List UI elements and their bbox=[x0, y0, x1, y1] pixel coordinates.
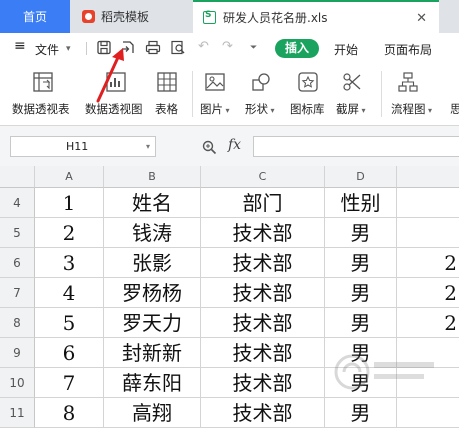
spreadsheet-icon bbox=[203, 10, 216, 24]
cell-e[interactable]: 2 bbox=[397, 308, 459, 338]
column-header-c[interactable]: C bbox=[201, 166, 325, 188]
cell-c[interactable]: 技术部 bbox=[201, 248, 325, 278]
shape-icon bbox=[252, 73, 270, 91]
screenshot-button[interactable]: 截屏 ▾ bbox=[336, 101, 366, 117]
cell-d[interactable]: 男 bbox=[325, 218, 397, 248]
column-header-a[interactable]: A bbox=[35, 166, 104, 188]
watermark-logo bbox=[330, 352, 440, 398]
row-header[interactable]: 6 bbox=[0, 248, 35, 278]
customize-quick-access-icon[interactable]: ⏷ bbox=[250, 43, 257, 53]
cell-a[interactable]: 1 bbox=[35, 188, 104, 218]
row-header[interactable]: 5 bbox=[0, 218, 35, 248]
tab-template[interactable]: 稻壳模板 bbox=[72, 0, 190, 33]
cell-b[interactable]: 姓名 bbox=[104, 188, 201, 218]
annotation-arrow-icon bbox=[96, 48, 124, 103]
cell-e[interactable] bbox=[397, 398, 459, 428]
cell-a[interactable]: 5 bbox=[35, 308, 104, 338]
cell-b[interactable]: 高翔 bbox=[104, 398, 201, 428]
tab-bar: 首页 稻壳模板 研发人员花名册.xls ✕ bbox=[0, 0, 459, 33]
cell-c[interactable]: 技术部 bbox=[201, 398, 325, 428]
close-icon[interactable]: ✕ bbox=[416, 11, 427, 26]
cell-c[interactable]: 技术部 bbox=[201, 308, 325, 338]
tab-start[interactable]: 开始 bbox=[334, 41, 358, 58]
shape-button[interactable]: 形状 ▾ bbox=[245, 101, 275, 117]
name-box[interactable]: H11 ▾ bbox=[10, 136, 156, 157]
ribbon-toolbar: 数据透视表 数据透视图 表格 图片 ▾ 形状 ▾ 图标库 截屏 ▾ 流程图 ▾ bbox=[0, 63, 459, 126]
row-header[interactable]: 4 bbox=[0, 188, 35, 218]
cell-e[interactable]: 2 bbox=[397, 248, 459, 278]
cell-e[interactable]: 2 bbox=[397, 278, 459, 308]
tab-insert[interactable]: 插入 bbox=[275, 39, 319, 58]
fx-icon[interactable]: fx bbox=[228, 137, 241, 153]
cell-c[interactable]: 技术部 bbox=[201, 278, 325, 308]
cell-a[interactable]: 3 bbox=[35, 248, 104, 278]
cell-c[interactable]: 技术部 bbox=[201, 218, 325, 248]
chevron-down-icon[interactable]: ▾ bbox=[66, 44, 71, 54]
cell-a[interactable]: 6 bbox=[35, 338, 104, 368]
cell-d[interactable]: 男 bbox=[325, 278, 397, 308]
cell-d[interactable]: 男 bbox=[325, 398, 397, 428]
name-box-value: H11 bbox=[66, 140, 89, 153]
picture-button[interactable]: 图片 ▾ bbox=[200, 101, 230, 117]
mind-map-button[interactable]: 思 bbox=[450, 101, 459, 117]
row-header[interactable]: 7 bbox=[0, 278, 35, 308]
cell-b[interactable]: 张影 bbox=[104, 248, 201, 278]
icon-library-button[interactable]: 图标库 bbox=[290, 101, 325, 117]
cell-a[interactable]: 2 bbox=[35, 218, 104, 248]
print-icon[interactable] bbox=[145, 40, 161, 55]
tab-file-label: 研发人员花名册.xls bbox=[223, 11, 328, 25]
formula-bar: H11 ▾ fx bbox=[0, 126, 459, 166]
cell-b[interactable]: 薛东阳 bbox=[104, 368, 201, 398]
column-header-e[interactable] bbox=[397, 166, 459, 188]
cell-b[interactable]: 罗杨杨 bbox=[104, 278, 201, 308]
row-header[interactable]: 10 bbox=[0, 368, 35, 398]
cell-c[interactable]: 技术部 bbox=[201, 338, 325, 368]
column-header-d[interactable]: D bbox=[325, 166, 397, 188]
tab-template-label: 稻壳模板 bbox=[101, 10, 150, 24]
cell-a[interactable]: 8 bbox=[35, 398, 104, 428]
cell-b[interactable]: 封新新 bbox=[104, 338, 201, 368]
column-header-b[interactable]: B bbox=[104, 166, 201, 188]
cell-b[interactable]: 钱涛 bbox=[104, 218, 201, 248]
hamburger-icon[interactable]: ≡ bbox=[14, 38, 26, 54]
print-preview-icon[interactable] bbox=[170, 40, 186, 55]
redo-icon[interactable]: ↷ bbox=[222, 39, 233, 54]
tab-file[interactable]: 研发人员花名册.xls ✕ bbox=[193, 0, 439, 33]
cell-c[interactable]: 技术部 bbox=[201, 368, 325, 398]
formula-input[interactable] bbox=[253, 136, 459, 157]
cell-e[interactable] bbox=[397, 188, 459, 218]
icon-library-icon bbox=[298, 72, 318, 92]
cell-e[interactable] bbox=[397, 218, 459, 248]
screenshot-icon bbox=[343, 73, 361, 91]
pivot-table-icon bbox=[33, 72, 53, 92]
cell-d[interactable]: 性别 bbox=[325, 188, 397, 218]
table-icon bbox=[157, 72, 177, 92]
picture-icon bbox=[205, 73, 225, 91]
cell-a[interactable]: 4 bbox=[35, 278, 104, 308]
pivot-table-button[interactable]: 数据透视表 bbox=[12, 101, 70, 117]
flowchart-icon bbox=[398, 72, 418, 92]
menu-bar: ≡ 文件 ▾ ↶ ↷ ⏷ 开始 页面布局 bbox=[0, 33, 459, 63]
undo-icon[interactable]: ↶ bbox=[198, 39, 209, 54]
row-header[interactable]: 11 bbox=[0, 398, 35, 428]
tab-home[interactable]: 首页 bbox=[0, 0, 70, 33]
cell-d[interactable]: 男 bbox=[325, 248, 397, 278]
file-menu[interactable]: 文件 bbox=[35, 41, 59, 58]
chevron-down-icon[interactable]: ▾ bbox=[146, 137, 150, 156]
row-header[interactable]: 8 bbox=[0, 308, 35, 338]
zoom-search-icon[interactable] bbox=[202, 140, 217, 155]
cell-a[interactable]: 7 bbox=[35, 368, 104, 398]
tab-page-layout[interactable]: 页面布局 bbox=[384, 41, 432, 58]
row-header[interactable]: 9 bbox=[0, 338, 35, 368]
select-all-corner[interactable] bbox=[0, 166, 35, 188]
cell-b[interactable]: 罗天力 bbox=[104, 308, 201, 338]
flowchart-button[interactable]: 流程图 ▾ bbox=[391, 101, 432, 117]
cell-c[interactable]: 部门 bbox=[201, 188, 325, 218]
table-button[interactable]: 表格 bbox=[155, 101, 178, 117]
cell-d[interactable]: 男 bbox=[325, 308, 397, 338]
docer-logo-icon bbox=[82, 10, 95, 23]
